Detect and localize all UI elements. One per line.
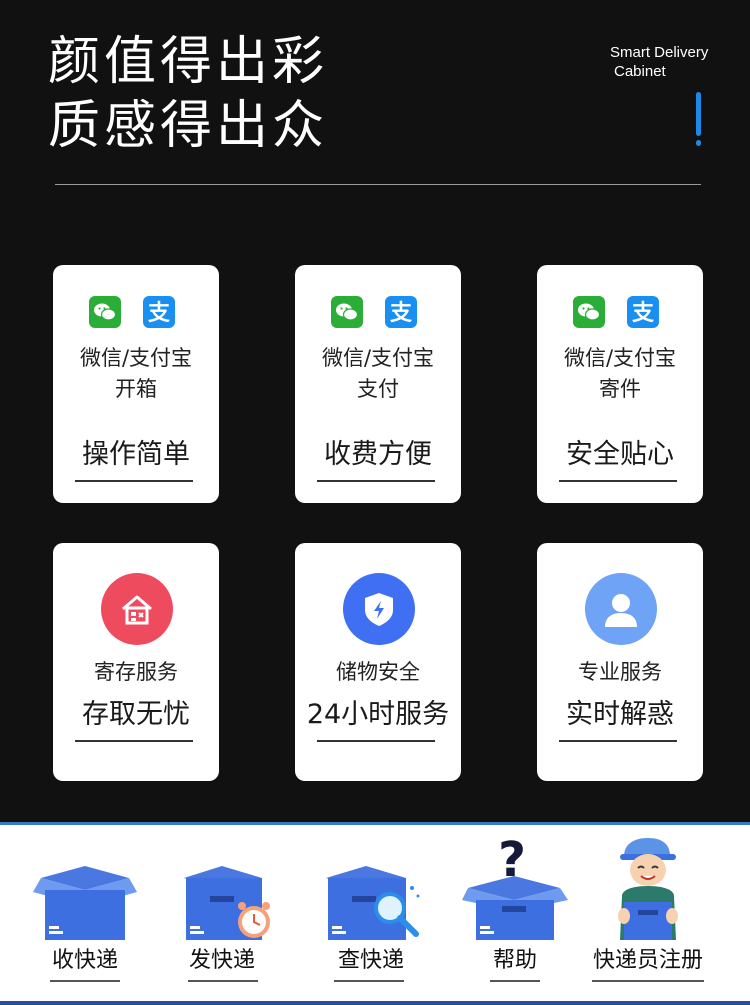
card-sub: 储物安全 (336, 660, 420, 684)
card-sub-2: 支付 (357, 377, 399, 401)
feature-card-send: 支 微信/支付宝 寄件 安全贴心 (537, 265, 703, 503)
bottom-nav-bottom-border (0, 1001, 750, 1005)
nav-underline (490, 980, 540, 982)
brand-text: Smart Delivery Cabinet (610, 43, 708, 81)
brand-line-2: Cabinet (614, 63, 666, 80)
nav-label: 快递员注册 (592, 948, 703, 973)
nav-underline (592, 980, 704, 982)
nav-label: 查快递 (337, 948, 404, 973)
accent-dot (696, 140, 701, 146)
box-icon (33, 830, 137, 942)
service-card-professional: 专业服务 实时解惑 (537, 543, 703, 781)
payment-icons: 支 (53, 296, 219, 330)
feature-card-open: 支 微信/支付宝 开箱 操作简单 (53, 265, 219, 503)
box-search-icon (320, 830, 426, 942)
card-title: 24小时服务 (306, 699, 450, 730)
card-sub: 专业服务 (578, 660, 662, 684)
shield-bolt-icon (343, 573, 415, 645)
nav-help[interactable]: ? 帮助 (462, 822, 568, 1005)
alipay-icon: 支 (143, 296, 175, 328)
payment-icons: 支 (295, 296, 461, 330)
courier-icon (608, 830, 688, 942)
card-underline (559, 480, 677, 482)
nav-receive-parcel[interactable]: 收快递 (30, 822, 140, 1005)
wechat-icon (331, 296, 363, 328)
card-title: 操作简单 (82, 439, 190, 470)
person-icon (585, 573, 657, 645)
nav-underline (188, 980, 258, 982)
card-title: 实时解惑 (566, 699, 674, 730)
nav-label: 帮助 (492, 948, 537, 973)
wechat-icon (89, 296, 121, 328)
bottom-nav: 收快递 发快递 查快递 ? 帮助 快递员注册 (0, 822, 750, 1005)
service-card-safety: 储物安全 24小时服务 (295, 543, 461, 781)
feature-card-pay: 支 微信/支付宝 支付 收费方便 (295, 265, 461, 503)
card-title: 收费方便 (324, 439, 432, 470)
card-underline (559, 740, 677, 742)
accent-bar (696, 92, 701, 136)
nav-track-parcel[interactable]: 查快递 (316, 822, 426, 1005)
header-divider (55, 184, 701, 185)
nav-label: 收快递 (51, 948, 118, 973)
home-box-icon (101, 573, 173, 645)
card-sub-1: 微信/支付宝 (321, 346, 435, 370)
card-title: 安全贴心 (566, 439, 674, 470)
card-sub-1: 微信/支付宝 (563, 346, 677, 370)
wechat-icon (573, 296, 605, 328)
nav-underline (50, 980, 120, 982)
svg-text:支: 支 (632, 301, 655, 326)
nav-underline (334, 980, 404, 982)
card-sub-1: 微信/支付宝 (79, 346, 193, 370)
card-sub: 寄存服务 (94, 660, 178, 684)
brand-line-1: Smart Delivery (610, 44, 709, 61)
card-underline (75, 480, 193, 482)
alipay-icon: 支 (385, 296, 417, 328)
svg-text:支: 支 (390, 301, 413, 326)
nav-label: 发快递 (188, 948, 255, 973)
box-question-icon: ? (462, 830, 568, 942)
card-underline (317, 740, 435, 742)
nav-courier-register[interactable]: 快递员注册 (586, 822, 710, 1005)
card-underline (75, 740, 193, 742)
card-sub-2: 寄件 (599, 377, 641, 401)
headline-line-1: 颜值得出彩 (48, 32, 329, 92)
svg-text:支: 支 (148, 301, 171, 326)
alipay-icon: 支 (627, 296, 659, 328)
card-title: 存取无忧 (82, 699, 190, 730)
service-card-storage: 寄存服务 存取无忧 (53, 543, 219, 781)
card-sub-2: 开箱 (115, 377, 157, 401)
nav-send-parcel[interactable]: 发快递 (172, 822, 272, 1005)
payment-icons: 支 (537, 296, 703, 330)
card-underline (317, 480, 435, 482)
headline-line-2: 质感得出众 (48, 96, 329, 156)
box-clock-icon (178, 830, 278, 942)
headline: 颜值得出彩 质感得出众 (48, 30, 328, 158)
